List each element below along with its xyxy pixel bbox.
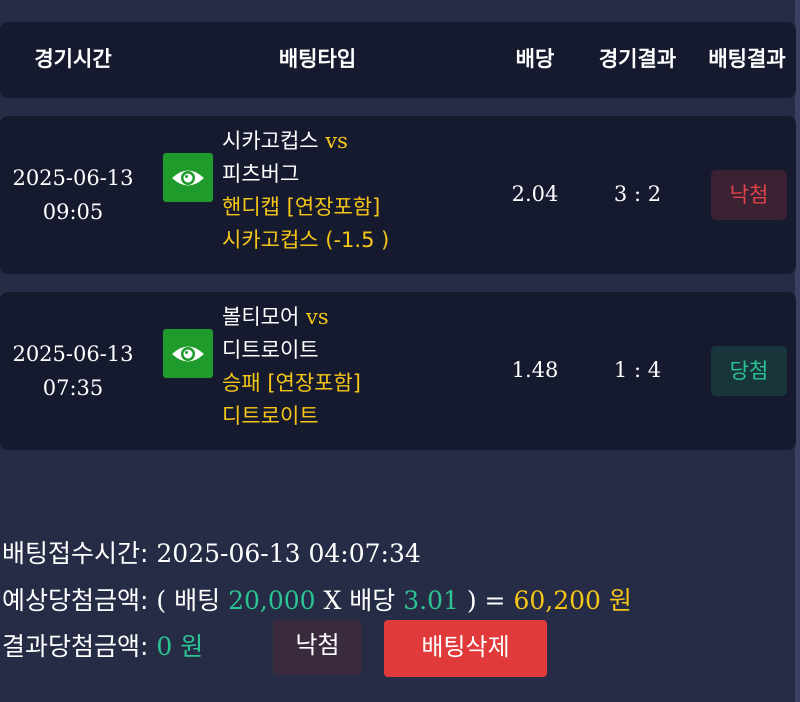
- result-payout-value: 0: [156, 632, 173, 661]
- view-button[interactable]: [163, 329, 213, 378]
- match-score: 1 : 4: [613, 358, 662, 382]
- vs-label: vs: [325, 129, 348, 153]
- payout-currency: 원: [608, 586, 632, 615]
- expected-payout-label: 예상당첨금액:: [2, 586, 149, 615]
- header-odds: 배당: [515, 47, 555, 71]
- header-match-result: 경기결과: [598, 47, 677, 71]
- bet-table-header: 경기시간 배팅타입 배당 경기결과 배팅결과: [0, 22, 796, 98]
- match-score: 3 : 2: [613, 182, 662, 206]
- result-payout-line: 결과당첨금액: 0 원: [2, 627, 203, 663]
- away-team: 피츠버그: [222, 162, 300, 186]
- home-team: 시카고컵스: [222, 129, 319, 153]
- odds-label: 배당: [349, 586, 396, 615]
- bet-details: 시카고컵스 vs 피츠버그 핸디캡 [연장포함] 시카고컵스 (-1.5 ): [222, 125, 482, 257]
- bet-market: 승패 [연장포함]: [222, 371, 361, 395]
- eye-icon: [172, 170, 204, 185]
- eye-icon: [172, 346, 204, 361]
- bet-details: 볼티모어 vs 디트로이트 승패 [연장포함] 디트로이트: [222, 301, 482, 433]
- match-time: 09:05: [42, 200, 104, 224]
- header-match-time: 경기시간: [34, 47, 112, 71]
- stake-label: 배팅: [174, 586, 221, 615]
- close-paren: ) =: [466, 586, 506, 615]
- match-date: 2025-06-13: [12, 166, 134, 190]
- expected-payout-line: 예상당첨금액: ( 배팅 20,000 X 배당 3.01 ) = 60,200…: [2, 581, 632, 617]
- vs-label: vs: [305, 305, 329, 329]
- away-team: 디트로이트: [222, 338, 319, 362]
- stake-value: 20,000: [228, 586, 316, 615]
- payout-value: 60,200: [513, 586, 601, 615]
- result-payout-label: 결과당첨금액:: [2, 632, 149, 661]
- header-bet-result: 배팅결과: [708, 47, 786, 71]
- open-paren: (: [156, 586, 175, 615]
- bet-odds: 1.48: [511, 358, 559, 382]
- match-datetime: 2025-06-13 07:35: [8, 337, 138, 405]
- delete-bet-button[interactable]: 배팅삭제: [384, 620, 547, 677]
- status-lose-button[interactable]: 낙첨: [273, 620, 362, 675]
- home-team: 볼티모어: [222, 305, 300, 329]
- received-time-label: 배팅접수시간:: [2, 539, 149, 568]
- match-date: 2025-06-13: [12, 342, 134, 366]
- bet-pick: 시카고컵스 (-1.5 ): [222, 228, 390, 252]
- header-bet-type: 배팅타입: [278, 47, 357, 71]
- match-time: 07:35: [42, 376, 104, 400]
- bet-result-badge: 당첨: [711, 346, 787, 396]
- received-time-line: 배팅접수시간: 2025-06-13 04:07:34: [2, 534, 421, 570]
- bet-odds: 2.04: [511, 182, 559, 206]
- times-sign: X: [323, 586, 342, 615]
- match-datetime: 2025-06-13 09:05: [8, 161, 138, 229]
- bet-row: 2025-06-13 07:35 볼티모어 vs 디트로이트 승패 [연장포함]…: [0, 292, 796, 450]
- received-time-value: 2025-06-13 04:07:34: [156, 539, 421, 568]
- view-button[interactable]: [163, 153, 213, 202]
- result-payout-currency: 원: [180, 632, 204, 661]
- bet-result-badge: 낙첨: [711, 170, 787, 220]
- bet-row: 2025-06-13 09:05 시카고컵스 vs 피츠버그 핸디캡 [연장포함…: [0, 116, 796, 274]
- bet-market: 핸디캡 [연장포함]: [222, 195, 381, 219]
- bet-pick: 디트로이트: [222, 404, 319, 428]
- total-odds-value: 3.01: [403, 586, 459, 615]
